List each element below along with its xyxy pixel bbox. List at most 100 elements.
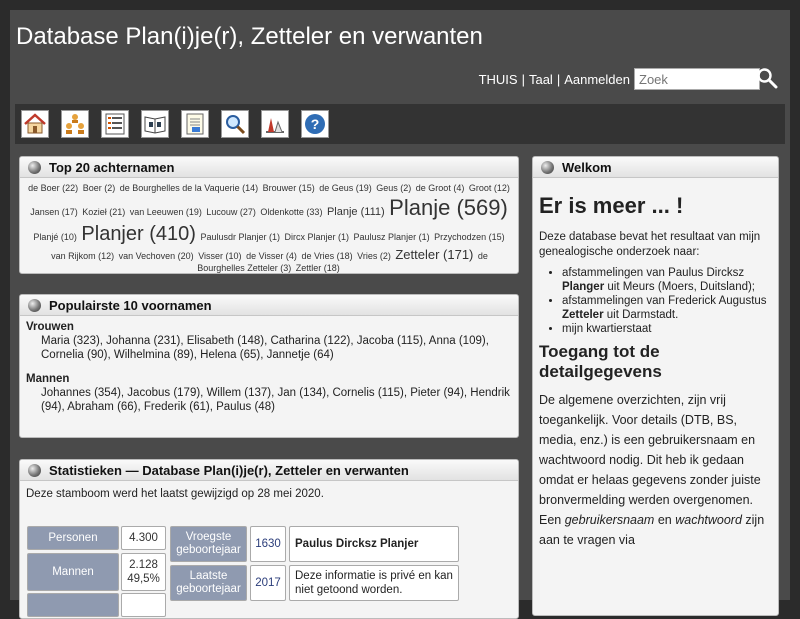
last-modified-text: Deze stamboom werd het laatst gewijzigd … [26,488,324,500]
statistics-panel-header: Statistieken — Database Plan(i)je(r), Ze… [20,460,518,481]
access-text: De algemene overzichten, zijn vrij toega… [539,393,765,547]
surname-link[interactable]: Paulusz Planjer (1) [354,232,430,242]
search-icon [226,115,246,135]
list-item: mijn kwartierstaat [562,322,772,336]
surname-link[interactable]: Oldenkotte (33) [260,207,322,217]
surname-link[interactable]: de Bourghelles de la Vaquerie (14) [120,183,258,193]
access-heading: Toegang tot de detailgegevens [539,342,662,381]
men-section: Mannen Johannes (354), Jacobus (179), Wi… [20,366,518,418]
welcome-title: Welkom [562,159,612,175]
surname-link[interactable]: Planjer (410) [81,223,196,245]
surname-link[interactable]: Groot (12) [469,183,510,193]
women-stat-label[interactable] [27,593,119,617]
women-heading: Vrouwen [26,321,74,333]
family-tree-icon [66,114,84,134]
search-input[interactable] [634,68,760,90]
home-icon [24,113,46,134]
surname-link[interactable]: Zettler (18) [296,263,340,273]
men-percentage: 49,5% [127,573,160,585]
surname-link[interactable]: Jansen (17) [30,207,78,217]
magnifier-icon [757,68,778,89]
private-info-text: Deze informatie is privé en kan niet get… [289,565,459,601]
toolbar: ? [15,104,785,144]
surname-link[interactable]: de Vries (18) [301,251,352,261]
surname-link[interactable]: Vries (2) [357,251,391,261]
earliest-person-link[interactable]: Paulus Dircksz Planjer [289,526,459,562]
surname-link[interactable]: de Visser (4) [246,251,297,261]
welcome-content: Er is meer ... ! Deze database bevat het… [533,178,778,556]
surname-link[interactable]: Planje (569) [389,195,508,220]
surname-link[interactable]: Boer (2) [83,183,116,193]
women-names: Maria (323), Johanna (231), Elisabeth (1… [41,335,489,361]
surname-link[interactable]: Paulusdr Planjer (1) [200,232,280,242]
search-tool-button[interactable] [221,110,249,138]
nav-separator: | [556,71,561,87]
welcome-heading: Er is meer ... ! [539,193,684,218]
login-link[interactable]: Aanmelden [564,72,630,87]
site-title: Database Plan(i)je(r), Zetteler en verwa… [16,23,483,50]
surnames-title: Top 20 achternamen [49,159,175,175]
bullet-icon [28,463,41,477]
bullet-icon [28,160,41,174]
surname-link[interactable]: de Boer (22) [28,183,78,193]
surname-link[interactable]: de Groot (4) [416,183,465,193]
women-stat-value [121,593,166,617]
page-frame: Database Plan(i)je(r), Zetteler en verwa… [10,10,790,619]
statistics-title: Statistieken — Database Plan(i)je(r), Ze… [49,462,409,478]
list-item: afstammelingen van Frederick Augustus Ze… [562,294,772,322]
home-link[interactable]: THUIS [479,72,518,87]
document-icon [186,113,204,135]
family-tree-button[interactable] [61,110,89,138]
surname-link[interactable]: Brouwer (15) [263,183,315,193]
men-names: Johannes (354), Jacobus (179), Willem (1… [41,387,510,413]
surname-link[interactable]: Zetteler (171) [395,247,473,262]
surnames-panel: Top 20 achternamen de Boer (22) Boer (2)… [19,156,519,274]
earliest-birthyear-value: 1630 [250,526,286,562]
nav-separator: | [521,71,525,87]
surname-link[interactable]: Przychodzen (15) [434,232,505,242]
men-count: 2.128 [129,559,158,571]
statistics-panel: Statistieken — Database Plan(i)je(r), Ze… [19,459,519,619]
chart-button[interactable] [261,110,289,138]
home-button[interactable] [21,110,49,138]
list-icon [105,113,125,135]
surname-link[interactable]: Dircx Planjer (1) [285,232,350,242]
surname-link[interactable]: Lucouw (27) [206,207,256,217]
book-button[interactable] [141,110,169,138]
persons-value: 4.300 [121,526,166,550]
persons-label[interactable]: Personen [27,526,119,550]
surname-link[interactable]: van Vechoven (20) [119,251,194,261]
firstnames-panel-header: Populairste 10 voornamen [20,295,518,316]
surname-link[interactable]: van Rijkom (12) [51,251,114,261]
list-button[interactable] [101,110,129,138]
welcome-intro: Deze database bevat het resultaat van mi… [539,231,761,258]
surname-link[interactable]: van Leeuwen (19) [130,207,202,217]
book-icon [144,116,166,134]
surname-link[interactable]: Kozieł (21) [82,207,125,217]
latest-birthyear-value: 2017 [250,565,286,601]
surnames-panel-header: Top 20 achternamen [20,157,518,178]
surname-link[interactable]: Planje (111) [327,206,385,218]
surname-cloud: de Boer (22) Boer (2) de Bourghelles de … [20,178,518,273]
svg-text:?: ? [311,116,320,132]
men-heading: Mannen [26,373,70,385]
surname-link[interactable]: Geus (2) [376,183,411,193]
help-icon: ? [305,114,325,134]
surname-link[interactable]: Visser (10) [198,251,241,261]
welcome-panel-header: Welkom [533,157,778,178]
document-button[interactable] [181,110,209,138]
language-link[interactable]: Taal [529,72,553,87]
chart-icon [266,118,284,133]
surname-link[interactable]: Planjé (10) [33,232,77,242]
latest-birthyear-label: Laatste geboortejaar [170,565,247,601]
bullet-icon [28,298,41,312]
men-value: 2.128 49,5% [121,553,166,591]
welcome-panel: Welkom Er is meer ... ! Deze database be… [532,156,779,616]
help-button[interactable]: ? [301,110,329,138]
research-list: afstammelingen van Paulus Dircksz Plange… [539,266,772,336]
earliest-birthyear-label: Vroegste geboortejaar [170,526,247,562]
men-label[interactable]: Mannen [27,553,119,591]
search-button[interactable] [756,67,778,89]
firstnames-panel: Populairste 10 voornamen Vrouwen Maria (… [19,294,519,438]
surname-link[interactable]: de Geus (19) [319,183,372,193]
